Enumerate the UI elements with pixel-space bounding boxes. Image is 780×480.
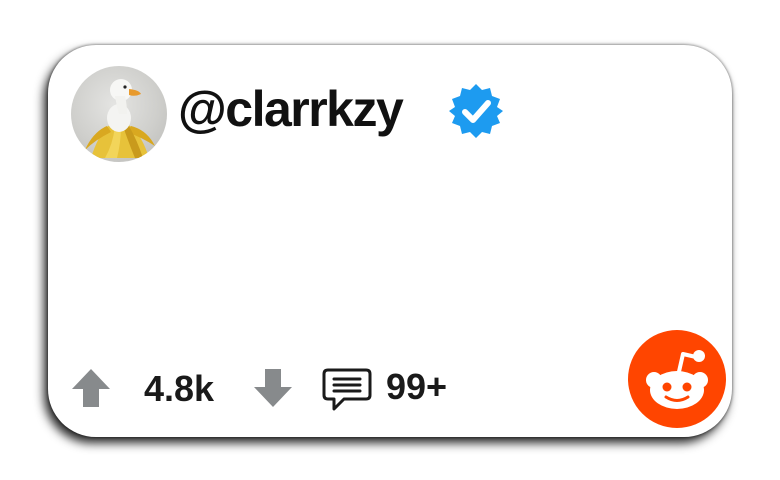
- upvote-arrow-icon[interactable]: [70, 367, 112, 409]
- username[interactable]: @clarrkzy: [178, 79, 404, 139]
- verified-badge-icon: [449, 84, 503, 138]
- post-card: @clarrkzy 4.8k 99+: [48, 45, 732, 437]
- comment-bubble-icon[interactable]: [322, 367, 372, 413]
- reddit-logo[interactable]: [628, 330, 726, 428]
- banana-duck-avatar-icon: [85, 79, 155, 158]
- reddit-logo-icon: [646, 350, 708, 409]
- avatar[interactable]: [71, 66, 167, 162]
- vote-score: 4.8k: [144, 368, 215, 409]
- comment-count[interactable]: 99+: [386, 367, 447, 407]
- downvote-arrow-icon[interactable]: [252, 367, 294, 409]
